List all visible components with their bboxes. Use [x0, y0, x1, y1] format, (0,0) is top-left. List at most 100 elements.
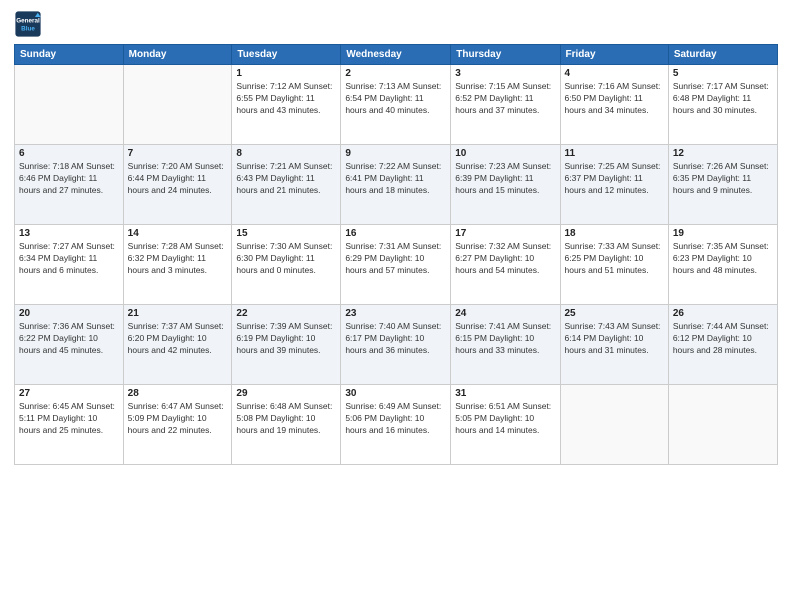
day-info: Sunrise: 7:36 AM Sunset: 6:22 PM Dayligh… [19, 321, 119, 357]
column-header-sunday: Sunday [15, 45, 124, 65]
calendar-cell: 2 Sunrise: 7:13 AM Sunset: 6:54 PM Daylig… [341, 65, 451, 145]
calendar-cell: 9 Sunrise: 7:22 AM Sunset: 6:41 PM Daylig… [341, 145, 451, 225]
day-info: Sunrise: 6:47 AM Sunset: 5:09 PM Dayligh… [128, 401, 228, 437]
day-info: Sunrise: 7:37 AM Sunset: 6:20 PM Dayligh… [128, 321, 228, 357]
day-number: 26 [673, 308, 773, 319]
calendar-cell: 14 Sunrise: 7:28 AM Sunset: 6:32 PM Dayli… [123, 225, 232, 305]
column-header-friday: Friday [560, 45, 668, 65]
calendar-week-row: 27Sunrise: 6:45 AM Sunset: 5:11 PM Dayli… [15, 385, 778, 465]
day-number: 31 [455, 388, 555, 399]
day-info: Sunrise: 7:33 AM Sunset: 6:25 PM Dayligh… [565, 241, 664, 277]
calendar-cell [668, 385, 777, 465]
calendar-week-row: 13Sunrise: 7:27 AM Sunset: 6:34 PM Dayli… [15, 225, 778, 305]
calendar-cell: 12 Sunrise: 7:26 AM Sunset: 6:35 PM Dayli… [668, 145, 777, 225]
column-header-saturday: Saturday [668, 45, 777, 65]
calendar-cell: 4Sunrise: 7:16 AM Sunset: 6:50 PM Daylig… [560, 65, 668, 145]
day-info: Sunrise: 7:17 AM Sunset: 6:48 PM Dayligh… [673, 81, 773, 117]
day-number: 11 [565, 148, 664, 159]
day-number: 23 [345, 308, 446, 319]
calendar-cell: 31Sunrise: 6:51 AM Sunset: 5:05 PM Dayli… [451, 385, 560, 465]
calendar-cell: 5Sunrise: 7:17 AM Sunset: 6:48 PM Daylig… [668, 65, 777, 145]
day-info: Sunrise: 7:27 AM Sunset: 6:34 PM Dayligh… [19, 241, 119, 277]
calendar-week-row: 6Sunrise: 7:18 AM Sunset: 6:46 PM Daylig… [15, 145, 778, 225]
day-info: Sunrise: 7:41 AM Sunset: 6:15 PM Dayligh… [455, 321, 555, 357]
calendar-cell: 1 Sunrise: 7:12 AM Sunset: 6:55 PM Daylig… [232, 65, 341, 145]
day-number: 7 [128, 148, 228, 159]
calendar-cell: 22 Sunrise: 7:39 AM Sunset: 6:19 PM Dayli… [232, 305, 341, 385]
day-number: 9 [345, 148, 446, 159]
day-info: Sunrise: 7:39 AM Sunset: 6:19 PM Dayligh… [236, 321, 336, 357]
calendar-cell: 27Sunrise: 6:45 AM Sunset: 5:11 PM Dayli… [15, 385, 124, 465]
day-info: Sunrise: 7:43 AM Sunset: 6:14 PM Dayligh… [565, 321, 664, 357]
day-number: 10 [455, 148, 555, 159]
logo-icon: General Blue [14, 10, 42, 38]
calendar-cell [15, 65, 124, 145]
calendar-cell: 13Sunrise: 7:27 AM Sunset: 6:34 PM Dayli… [15, 225, 124, 305]
day-number: 28 [128, 388, 228, 399]
calendar-cell: 26 Sunrise: 7:44 AM Sunset: 6:12 PM Dayli… [668, 305, 777, 385]
day-number: 3 [455, 68, 555, 79]
column-header-tuesday: Tuesday [232, 45, 341, 65]
day-number: 14 [128, 228, 228, 239]
calendar-cell: 6Sunrise: 7:18 AM Sunset: 6:46 PM Daylig… [15, 145, 124, 225]
calendar-cell: 19Sunrise: 7:35 AM Sunset: 6:23 PM Dayli… [668, 225, 777, 305]
calendar-cell: 7 Sunrise: 7:20 AM Sunset: 6:44 PM Daylig… [123, 145, 232, 225]
calendar-cell: 16 Sunrise: 7:31 AM Sunset: 6:29 PM Dayli… [341, 225, 451, 305]
calendar-cell: 17 Sunrise: 7:32 AM Sunset: 6:27 PM Dayli… [451, 225, 560, 305]
calendar-cell: 3 Sunrise: 7:15 AM Sunset: 6:52 PM Daylig… [451, 65, 560, 145]
day-info: Sunrise: 7:21 AM Sunset: 6:43 PM Dayligh… [236, 161, 336, 197]
day-info: Sunrise: 7:12 AM Sunset: 6:55 PM Dayligh… [236, 81, 336, 117]
column-header-wednesday: Wednesday [341, 45, 451, 65]
day-number: 20 [19, 308, 119, 319]
svg-text:Blue: Blue [21, 25, 35, 32]
day-info: Sunrise: 7:16 AM Sunset: 6:50 PM Dayligh… [565, 81, 664, 117]
day-number: 2 [345, 68, 446, 79]
calendar-cell [560, 385, 668, 465]
header: General Blue [14, 10, 778, 38]
day-number: 12 [673, 148, 773, 159]
day-number: 18 [565, 228, 664, 239]
page-container: General Blue SundayMondayTuesdayWednesda… [0, 0, 792, 475]
calendar-cell: 24 Sunrise: 7:41 AM Sunset: 6:15 PM Dayli… [451, 305, 560, 385]
calendar-cell: 30Sunrise: 6:49 AM Sunset: 5:06 PM Dayli… [341, 385, 451, 465]
calendar-week-row: 20 Sunrise: 7:36 AM Sunset: 6:22 PM Dayli… [15, 305, 778, 385]
day-number: 21 [128, 308, 228, 319]
calendar-cell: 28 Sunrise: 6:47 AM Sunset: 5:09 PM Dayli… [123, 385, 232, 465]
calendar-cell: 23 Sunrise: 7:40 AM Sunset: 6:17 PM Dayli… [341, 305, 451, 385]
logo: General Blue [14, 10, 45, 38]
calendar-week-row: 1 Sunrise: 7:12 AM Sunset: 6:55 PM Daylig… [15, 65, 778, 145]
day-number: 22 [236, 308, 336, 319]
calendar-cell: 11Sunrise: 7:25 AM Sunset: 6:37 PM Dayli… [560, 145, 668, 225]
calendar-cell: 29Sunrise: 6:48 AM Sunset: 5:08 PM Dayli… [232, 385, 341, 465]
calendar-cell [123, 65, 232, 145]
day-info: Sunrise: 7:22 AM Sunset: 6:41 PM Dayligh… [345, 161, 446, 197]
day-number: 24 [455, 308, 555, 319]
svg-text:General: General [16, 18, 40, 25]
day-info: Sunrise: 6:49 AM Sunset: 5:06 PM Dayligh… [345, 401, 446, 437]
day-number: 17 [455, 228, 555, 239]
calendar-cell: 8 Sunrise: 7:21 AM Sunset: 6:43 PM Daylig… [232, 145, 341, 225]
day-number: 1 [236, 68, 336, 79]
day-info: Sunrise: 7:15 AM Sunset: 6:52 PM Dayligh… [455, 81, 555, 117]
calendar-header-row: SundayMondayTuesdayWednesdayThursdayFrid… [15, 45, 778, 65]
day-info: Sunrise: 7:13 AM Sunset: 6:54 PM Dayligh… [345, 81, 446, 117]
day-info: Sunrise: 7:30 AM Sunset: 6:30 PM Dayligh… [236, 241, 336, 277]
calendar-cell: 25Sunrise: 7:43 AM Sunset: 6:14 PM Dayli… [560, 305, 668, 385]
day-info: Sunrise: 7:23 AM Sunset: 6:39 PM Dayligh… [455, 161, 555, 197]
day-info: Sunrise: 7:32 AM Sunset: 6:27 PM Dayligh… [455, 241, 555, 277]
day-number: 29 [236, 388, 336, 399]
day-number: 6 [19, 148, 119, 159]
day-info: Sunrise: 7:26 AM Sunset: 6:35 PM Dayligh… [673, 161, 773, 197]
day-info: Sunrise: 7:44 AM Sunset: 6:12 PM Dayligh… [673, 321, 773, 357]
day-number: 8 [236, 148, 336, 159]
day-number: 15 [236, 228, 336, 239]
day-info: Sunrise: 7:40 AM Sunset: 6:17 PM Dayligh… [345, 321, 446, 357]
day-info: Sunrise: 7:28 AM Sunset: 6:32 PM Dayligh… [128, 241, 228, 277]
day-info: Sunrise: 7:31 AM Sunset: 6:29 PM Dayligh… [345, 241, 446, 277]
calendar-cell: 20 Sunrise: 7:36 AM Sunset: 6:22 PM Dayli… [15, 305, 124, 385]
calendar-table: SundayMondayTuesdayWednesdayThursdayFrid… [14, 44, 778, 465]
calendar-cell: 15 Sunrise: 7:30 AM Sunset: 6:30 PM Dayli… [232, 225, 341, 305]
day-number: 16 [345, 228, 446, 239]
calendar-cell: 10 Sunrise: 7:23 AM Sunset: 6:39 PM Dayli… [451, 145, 560, 225]
day-info: Sunrise: 7:20 AM Sunset: 6:44 PM Dayligh… [128, 161, 228, 197]
